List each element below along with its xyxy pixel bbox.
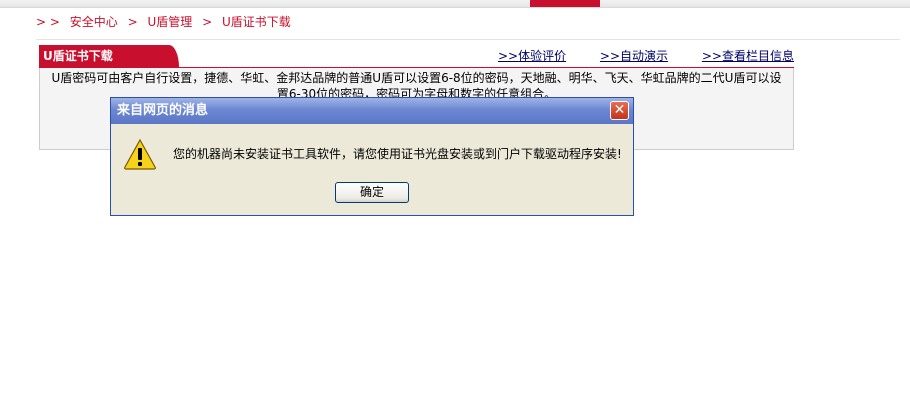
link-arrow: >> — [497, 49, 519, 63]
ok-button[interactable]: 确定 — [335, 182, 409, 203]
panel-header: U盾证书下载 >>体验评价 >>自动演示 >>查看栏目信息 — [39, 45, 794, 68]
breadcrumb-certificate-download: U盾证书下载 — [222, 15, 291, 29]
close-icon[interactable]: ✕ — [610, 101, 629, 120]
link-label: 查看栏目信息 — [721, 49, 794, 63]
link-label: 自动演示 — [620, 49, 669, 63]
breadcrumb-separator: > — [202, 15, 213, 29]
panel-title-tab: U盾证书下载 — [39, 45, 179, 67]
experience-review-link[interactable]: >>体验评价 — [498, 49, 566, 63]
link-arrow: >> — [701, 49, 722, 63]
breadcrumb-divider — [36, 39, 900, 40]
breadcrumb-ukey-management[interactable]: U盾管理 — [148, 15, 193, 29]
dialog-title: 来自网页的消息 — [117, 103, 209, 118]
breadcrumb-separator: > > — [36, 15, 60, 29]
top-nav-strip — [0, 0, 910, 8]
view-column-info-link[interactable]: >>查看栏目信息 — [702, 49, 794, 63]
breadcrumb: > > 安全中心 > U盾管理 > U盾证书下载 — [36, 13, 297, 30]
link-arrow: >> — [599, 49, 621, 63]
panel-links: >>体验评价 >>自动演示 >>查看栏目信息 — [468, 47, 794, 64]
message-dialog: 来自网页的消息 ✕ 您的机器尚未安装证书工具软件，请您使用证书光盘安装或到门户下… — [110, 97, 634, 216]
breadcrumb-separator: > — [127, 15, 138, 29]
dialog-message: 您的机器尚未安装证书工具软件，请您使用证书光盘安装或到门户下载驱动程序安装! — [173, 147, 622, 161]
breadcrumb-security-center[interactable]: 安全中心 — [70, 15, 118, 29]
dialog-title-bar[interactable]: 来自网页的消息 — [111, 98, 633, 124]
top-nav-active-tab[interactable] — [530, 0, 600, 7]
auto-demo-link[interactable]: >>自动演示 — [600, 49, 668, 63]
warning-icon — [124, 138, 156, 170]
link-label: 体验评价 — [518, 49, 567, 63]
